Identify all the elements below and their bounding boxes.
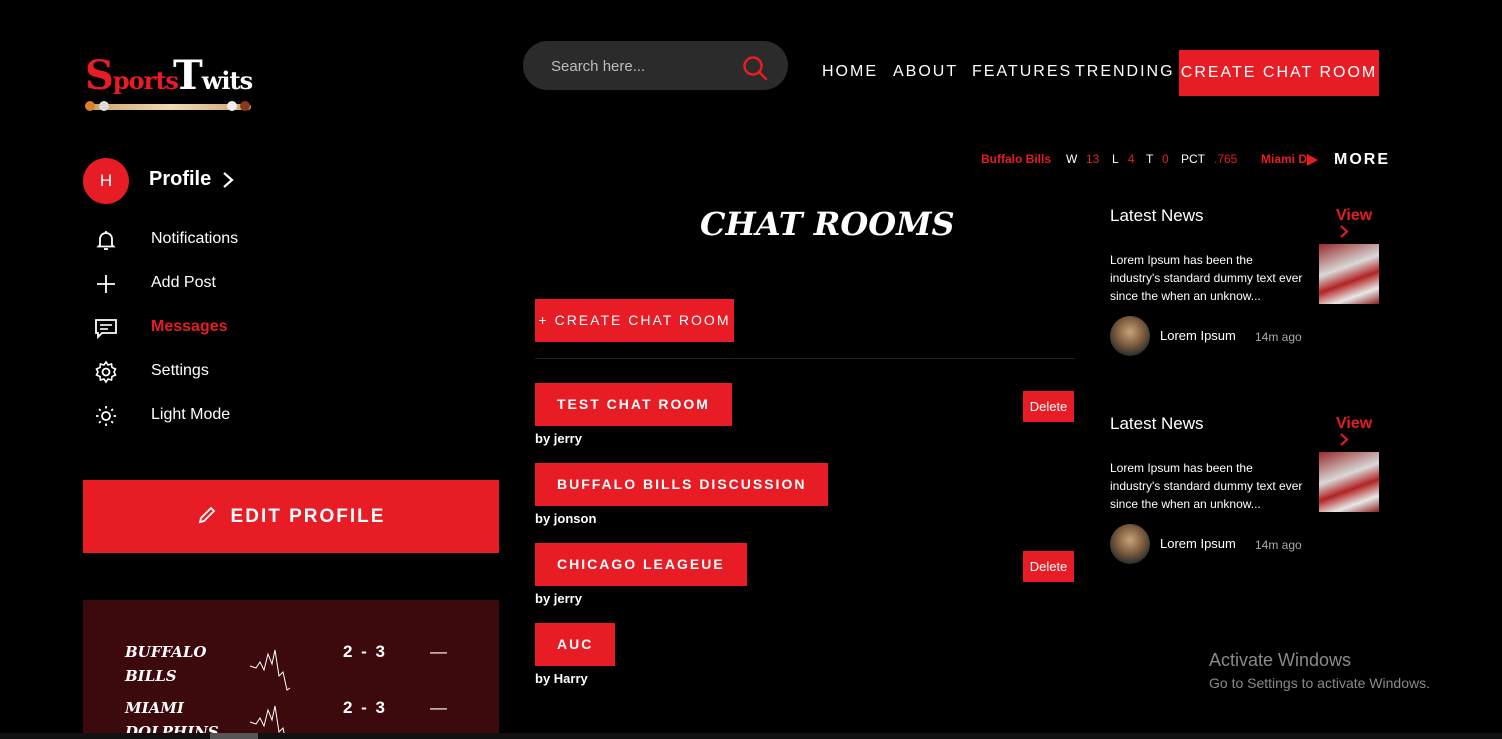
chat-room-button[interactable]: TEST CHAT ROOM [535, 383, 732, 426]
news-card: Latest News View Lorem Ipsum has been th… [1110, 414, 1380, 574]
activate-windows-watermark: Activate Windows [1209, 650, 1352, 670]
sidebar-item-settings[interactable]: Settings [94, 358, 394, 386]
chat-room-author: by jonson [535, 511, 597, 526]
edit-profile-button[interactable]: EDIT PROFILE [83, 480, 499, 553]
view-link[interactable]: View [1336, 207, 1380, 243]
trend-sparkline [250, 649, 291, 691]
match-status: — [430, 642, 447, 661]
ticker-t-label: T [1146, 152, 1154, 166]
basketball-icon [85, 101, 95, 111]
view-link[interactable]: View [1336, 415, 1380, 451]
pencil-icon [198, 506, 215, 524]
search-icon[interactable] [742, 55, 768, 81]
nav-features[interactable]: FEATURES [972, 63, 1072, 81]
profile-link[interactable]: Profile [149, 168, 211, 191]
search-input[interactable] [551, 53, 741, 79]
ticker-l-value: 4 [1128, 152, 1135, 166]
chat-room-button[interactable]: CHICAGO LEAGEUE [535, 543, 747, 586]
scores-widget: BUFFALO BILLS 2 - 3 — MIAMI DOLPHINS 2 -… [83, 600, 499, 739]
sportstwits-logo[interactable]: Sports Twits [85, 52, 255, 118]
delete-button[interactable]: Delete [1023, 391, 1074, 422]
gear-icon [95, 360, 117, 384]
list-item: BUFFALO BILLS DISCUSSION by jonson [535, 463, 829, 526]
logo-text-twits: Twits [173, 52, 253, 99]
ticker-w-label: W [1066, 152, 1078, 166]
chevron-right-icon [1340, 225, 1349, 238]
news-heading: Latest News [1110, 206, 1204, 225]
ticker-pct-value: .765 [1214, 152, 1238, 166]
news-thumbnail[interactable] [1319, 452, 1379, 512]
sidebar-item-label: Settings [151, 362, 209, 379]
sidebar-item-label: Notifications [151, 230, 239, 247]
ticker-l-label: L [1112, 152, 1119, 166]
create-chat-room-button[interactable]: + CREATE CHAT ROOM [535, 299, 734, 342]
chevron-right-icon[interactable] [220, 170, 236, 190]
score-row: BUFFALO BILLS 2 - 3 — [125, 640, 465, 691]
ticker-team: Miami D [1261, 152, 1308, 166]
search-bar [523, 41, 788, 90]
news-excerpt: Lorem Ipsum has been the industry's stan… [1110, 253, 1303, 303]
news-card: Latest News View Lorem Ipsum has been th… [1110, 206, 1380, 366]
baseball-icon [227, 101, 237, 111]
timestamp: 14m ago [1255, 538, 1302, 552]
sidebar-item-messages[interactable]: Messages [94, 314, 394, 342]
football-icon [240, 101, 250, 111]
chat-room-button[interactable]: BUFFALO BILLS DISCUSSION [535, 463, 829, 506]
ticker-pct-label: PCT [1181, 152, 1205, 166]
sidebar-item-label: Add Post [151, 274, 216, 291]
sidebar-item-label: Light Mode [151, 406, 231, 423]
list-item: CHICAGO LEAGEUE by jerry [535, 543, 747, 606]
logo-text-sports: Sports [85, 52, 179, 99]
ticker-team: Buffalo Bills [981, 152, 1052, 166]
divider [535, 358, 1075, 359]
soccer-ball-icon [99, 101, 109, 111]
nav-about[interactable]: ABOUT [893, 63, 958, 81]
author-name: Lorem Ipsum [1160, 328, 1236, 343]
nav-home[interactable]: HOME [822, 63, 878, 81]
chat-room-author: by jerry [535, 431, 582, 446]
author-name: Lorem Ipsum [1160, 536, 1236, 551]
bell-icon [96, 231, 116, 250]
sidebar-item-notifications[interactable]: Notifications [94, 226, 394, 254]
chat-room-author: by jerry [535, 591, 582, 606]
horizontal-scrollbar[interactable] [0, 733, 1502, 739]
create-chat-room-nav-button[interactable]: CREATE CHAT ROOM [1179, 50, 1379, 96]
play-icon[interactable] [1305, 153, 1319, 167]
nav-trending[interactable]: TRENDING [1075, 63, 1175, 81]
sidebar-item-add-post[interactable]: Add Post [94, 270, 394, 298]
sun-icon [96, 406, 116, 426]
sidebar-item-label: Messages [151, 318, 228, 335]
ticker-t-value: 0 [1162, 152, 1169, 166]
team-name: BUFFALO BILLS [125, 643, 207, 685]
message-icon [95, 319, 117, 340]
edit-profile-label: EDIT PROFILE [230, 506, 386, 527]
ticker-w-value: 13 [1086, 152, 1100, 166]
list-item: TEST CHAT ROOM by jerry [535, 383, 732, 446]
match-score: 2 - 3 [343, 698, 388, 717]
avatar[interactable]: H [83, 158, 129, 204]
scrollbar-thumb[interactable] [210, 733, 258, 739]
chevron-right-icon [1340, 433, 1349, 446]
author-avatar [1110, 524, 1150, 564]
chat-room-author: by Harry [535, 671, 588, 686]
chat-room-button[interactable]: AUC [535, 623, 616, 666]
news-heading: Latest News [1110, 414, 1204, 433]
match-status: — [430, 698, 447, 717]
more-link[interactable]: MORE [1334, 151, 1390, 169]
news-thumbnail[interactable] [1319, 244, 1379, 304]
plus-icon [97, 275, 115, 293]
author-avatar [1110, 316, 1150, 356]
news-excerpt: Lorem Ipsum has been the industry's stan… [1110, 461, 1303, 511]
match-score: 2 - 3 [343, 642, 388, 661]
delete-button[interactable]: Delete [1023, 551, 1074, 582]
sidebar-item-light-mode[interactable]: Light Mode [94, 402, 394, 430]
activate-windows-subtext: Go to Settings to activate Windows. [1209, 675, 1430, 691]
timestamp: 14m ago [1255, 330, 1302, 344]
list-item: AUC by Harry [535, 623, 616, 686]
page-title: CHAT ROOMS [700, 205, 955, 243]
